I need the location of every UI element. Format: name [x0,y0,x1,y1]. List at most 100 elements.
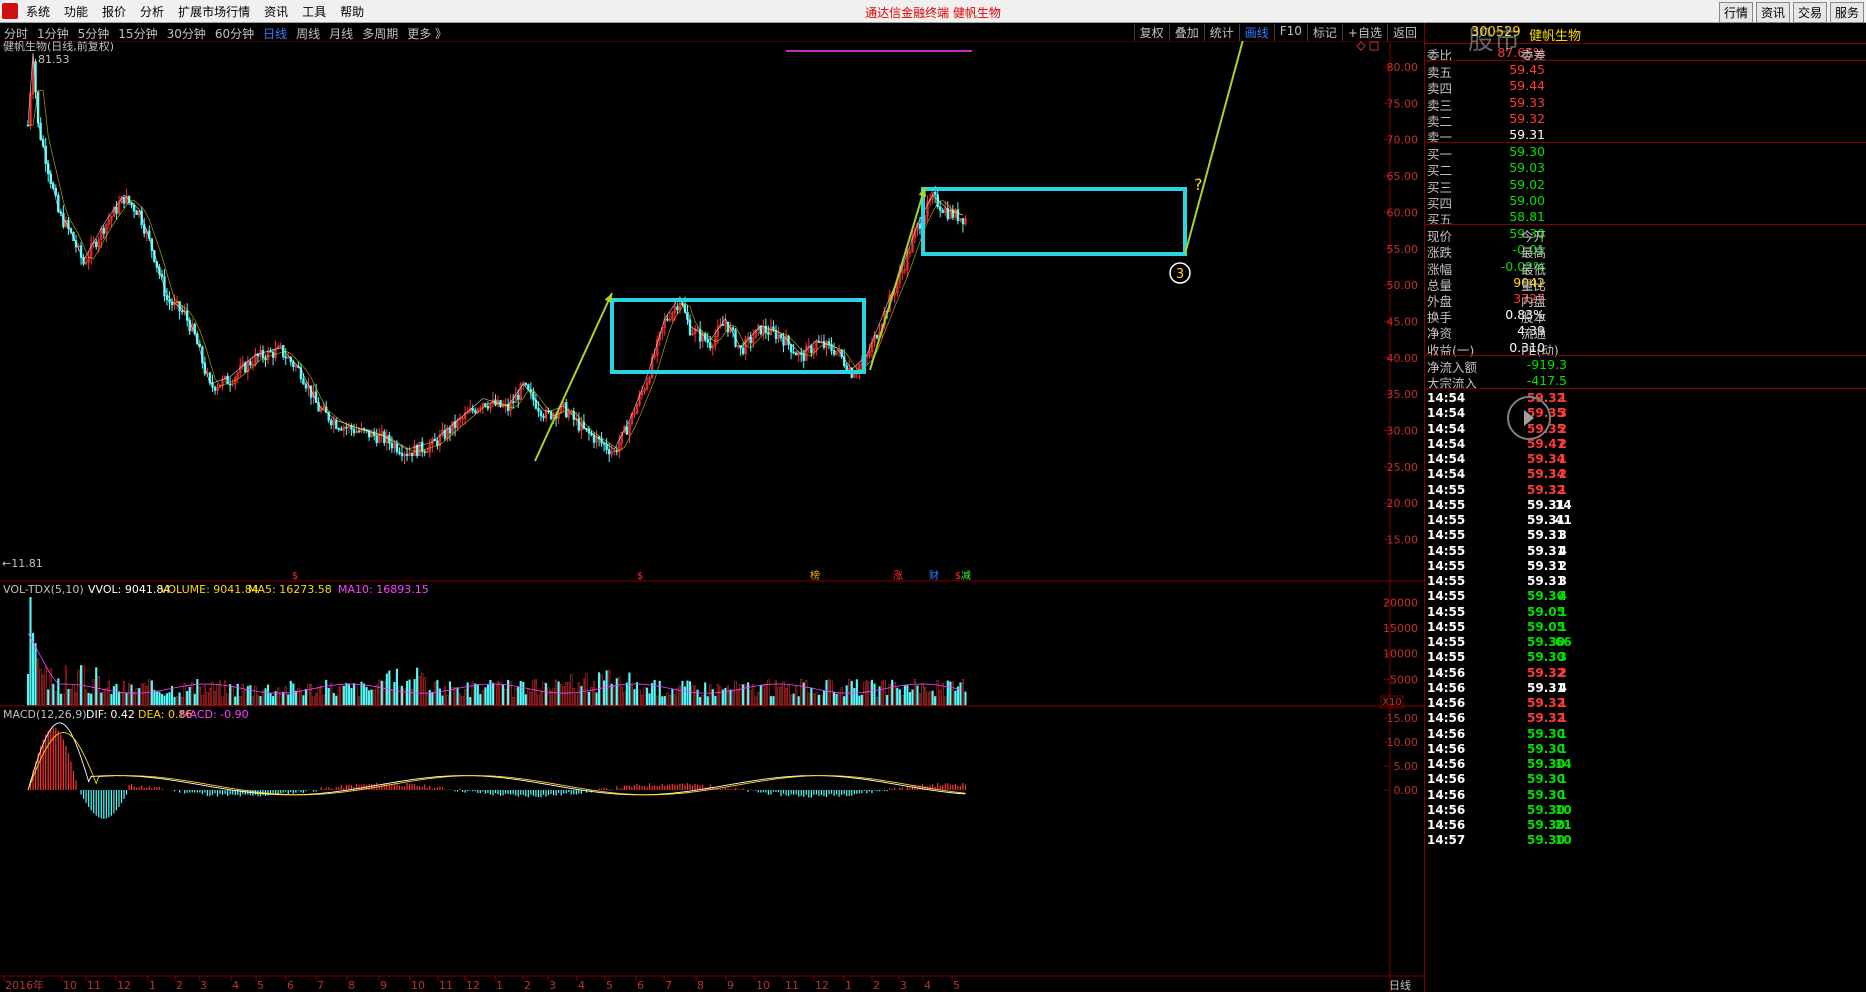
candle-body [741,347,745,355]
volume-bar [365,687,368,706]
candle-body [249,361,252,366]
volume-bar [539,691,543,706]
period-tab[interactable]: 日线 [263,25,287,42]
volume-bar [954,690,957,706]
volume-bar [512,696,515,706]
volume-bar [345,682,348,706]
volume-bar [421,672,424,706]
top-button[interactable]: 资讯 [1755,2,1790,23]
row-value: 59.02 [1509,176,1545,192]
tool-button[interactable]: 统计 [1203,24,1239,41]
period-tab[interactable]: 多周期 [362,25,398,42]
x-axis-label: 12 [117,979,131,992]
menu-item[interactable]: 扩展市场行情 [178,3,250,20]
period-tab[interactable]: 1分钟 [37,25,69,42]
x-axis-label: 1 [845,979,852,992]
candle-body [400,453,404,457]
candle-body [383,431,386,444]
period-tab[interactable]: 更多 》 [407,25,447,42]
period-tab[interactable]: 周线 [296,25,320,42]
volume-bar [39,668,42,706]
candle-body [800,352,803,355]
top-button[interactable]: 服务 [1829,2,1864,23]
period-tab[interactable]: 分时 [4,25,28,42]
volume-bar [416,667,419,706]
menu-item[interactable]: 分析 [140,3,164,20]
volume-bar [226,693,229,706]
volume-bar [443,686,446,706]
volume-bar [911,689,914,706]
volume-bar [426,693,429,706]
volume-bar [158,691,161,706]
stat-row: 涨幅 -0.02% 最低 [1425,259,1866,277]
period-tab[interactable]: 30分钟 [167,25,206,42]
volume-bar [537,694,540,706]
volume-bar [618,676,621,706]
volume-bar [105,687,108,706]
x-axis-label: 6 [637,979,644,992]
y-tick-label: 40.00 [1387,352,1419,365]
tick-row: 14:56 59.30 1 [1425,772,1866,787]
kline-chart-svg[interactable]: 健帆生物(日线,前复权)81.53←11.8180.0075.0070.0065… [0,41,1424,992]
tick-price: 59.31 [1527,543,1565,558]
menu-item[interactable]: 帮助 [340,3,364,20]
volume-bar [858,695,861,706]
volume-bar [269,692,272,706]
volume-bar [165,693,169,706]
period-tab[interactable]: 5分钟 [78,25,110,42]
volume-bar [797,696,800,706]
tick-volume: 10 [1555,833,1572,848]
tool-button[interactable]: 返回 [1386,24,1422,41]
volume-bar [918,693,922,706]
volume-bar [203,685,206,706]
menu-item[interactable]: 报价 [102,3,126,20]
x-axis-label: 4 [578,979,585,992]
volume-bar [267,684,270,706]
period-tab[interactable]: 15分钟 [118,25,157,42]
tick-time: 14:56 [1427,711,1466,726]
volume-bar [251,695,254,706]
volume-bar [309,683,313,706]
tool-button[interactable]: +自选 [1341,24,1387,41]
volume-bar [886,694,889,706]
menu-item[interactable]: 工具 [302,3,326,20]
play-circle-icon[interactable] [1507,396,1551,440]
candle-body [115,206,118,214]
volume-bar [683,686,687,706]
period-tab[interactable]: 60分钟 [215,25,254,42]
tool-button[interactable]: 标记 [1306,24,1342,41]
tick-price: 59.05 [1527,604,1565,619]
y-tick-label: 60.00 [1387,206,1419,219]
candle-body [170,301,174,306]
period-tab[interactable]: 月线 [329,25,353,42]
volume-bar [34,643,37,706]
tick-time: 14:54 [1427,391,1466,406]
volume-bar [62,693,65,706]
menu-item[interactable]: 资讯 [264,3,288,20]
volume-bar [317,686,320,706]
menu-item[interactable]: 功能 [64,3,88,20]
tool-button[interactable]: 复权 [1133,24,1169,41]
tick-row: 14:56 59.30 1 [1425,742,1866,757]
volume-bar [97,676,100,706]
volume-bar [961,679,964,706]
volume-bar [423,677,426,706]
tick-time: 14:55 [1427,497,1466,512]
volume-bar [764,683,767,706]
top-button[interactable]: 交易 [1792,2,1827,23]
candle-body [802,353,805,361]
tick-time: 14:55 [1427,589,1466,604]
menu-item[interactable]: 系统 [26,3,50,20]
volume-bar [484,687,487,706]
tool-button[interactable]: 画线 [1238,24,1274,41]
volume-bar [216,685,219,706]
tick-time: 14:56 [1427,818,1466,833]
tool-button[interactable]: 叠加 [1168,24,1204,41]
volume-bar [277,687,280,706]
tool-button[interactable]: F10 [1273,24,1307,41]
volume-bar [714,695,717,706]
volume-bar [191,681,194,706]
kline-chart-area[interactable]: 健帆生物(日线,前复权) 81.53 ←11.81 80.00 75.00 70.00 65… [0,41,1424,992]
volume-bar [29,597,32,706]
top-button[interactable]: 行情 [1718,2,1753,23]
